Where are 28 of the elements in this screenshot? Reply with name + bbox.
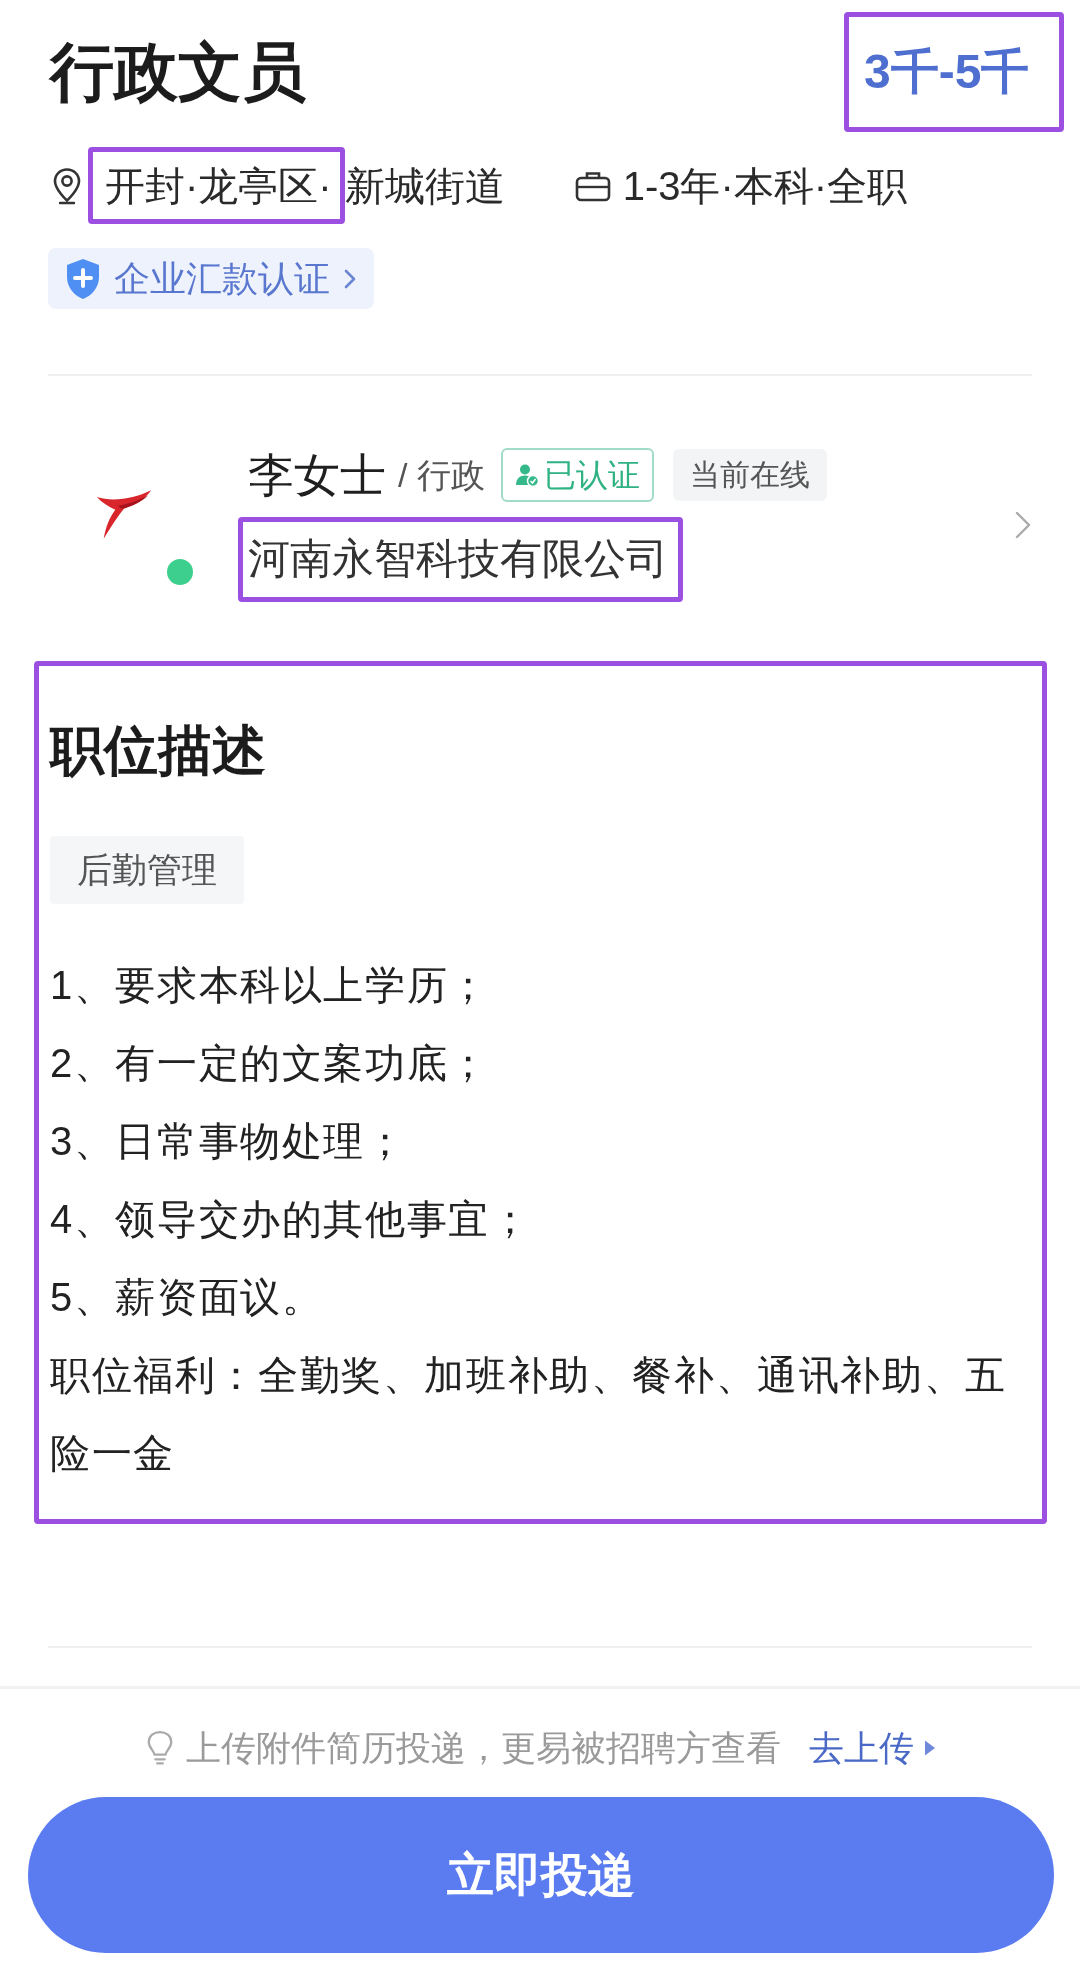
chevron-right-icon[interactable] [1014, 510, 1032, 540]
recruiter-role: / 行政 [398, 455, 485, 496]
certification-badge[interactable]: 企业汇款认证 [48, 248, 374, 309]
location-pin-icon [52, 166, 82, 205]
location-text: 开封·龙亭区· [105, 162, 332, 210]
upload-hint-text: 上传附件简历投递，更易被招聘方查看 [185, 1727, 781, 1769]
description-line: 5、薪资面议。 [50, 1274, 325, 1321]
apply-button[interactable]: 立即投递 [28, 1797, 1054, 1953]
description-line: 1、要求本科以上学历； [50, 962, 491, 1009]
briefcase-icon [574, 169, 611, 202]
job-requirements: 1-3年·本科·全职 [622, 162, 908, 210]
description-line: 4、领导交办的其他事宜； [50, 1196, 533, 1243]
upload-link[interactable]: 去上传 [808, 1723, 936, 1773]
verified-badge: 已认证 [500, 448, 654, 502]
salary-text: 3千-5千 [864, 44, 1030, 100]
status-badge: 当前在线 [672, 449, 827, 501]
section-heading: 职位描述 [50, 719, 267, 782]
description-line: 2、有一定的文案功底； [50, 1040, 491, 1087]
description-line: 职位福利：全勤奖、加班补助、餐补、通讯补助、五险一金 [50, 1352, 1008, 1477]
recruiter-name: 李女士 [248, 448, 386, 502]
company-name: 河南永智科技有限公司 [248, 535, 668, 582]
skill-tag: 后勤管理 [50, 836, 244, 904]
chevron-right-icon [344, 268, 356, 289]
job-title: 行政文员 [50, 34, 306, 110]
description-line: 3、日常事物处理； [50, 1118, 408, 1165]
location-text: 新城街道 [344, 162, 505, 210]
triangle-icon [923, 1739, 936, 1757]
person-check-icon [514, 463, 539, 487]
